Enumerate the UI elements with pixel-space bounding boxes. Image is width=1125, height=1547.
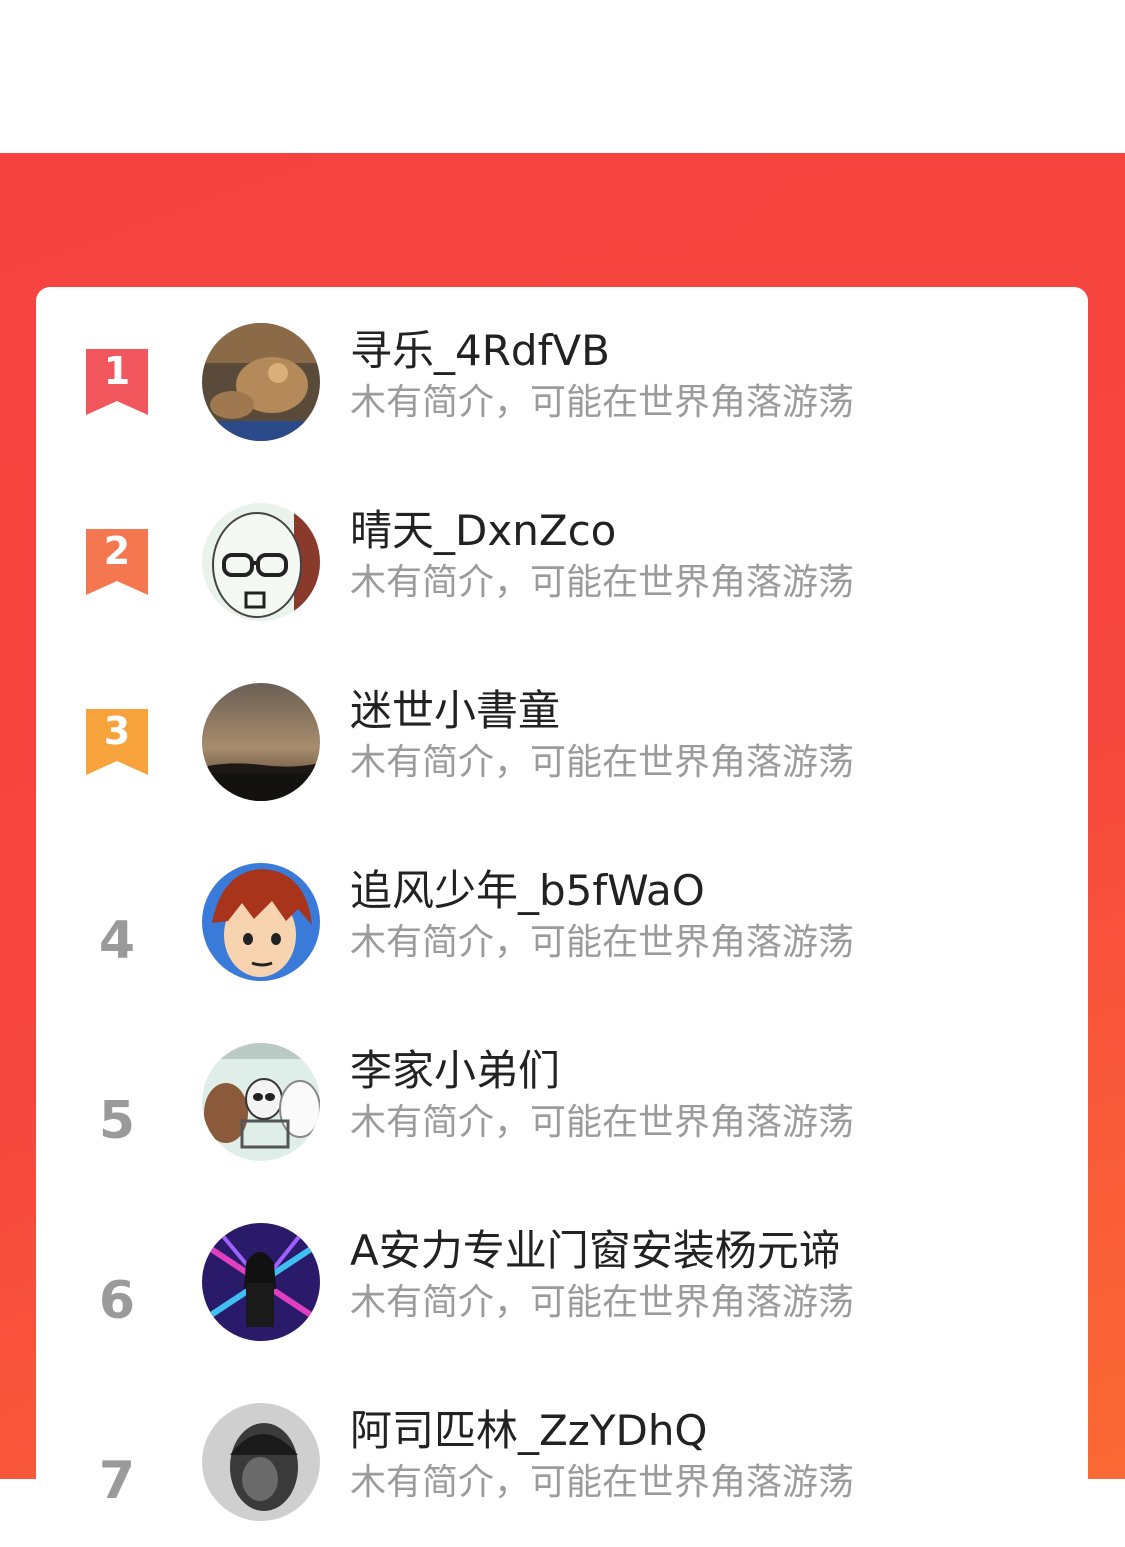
ranking-row-7[interactable]: 7 阿司匹林_ZzYDhQ 木有简介，可能在世界角落游荡 — [36, 1367, 1088, 1547]
user-description: 木有简介，可能在世界角落游荡 — [350, 742, 855, 783]
rank-badge: 2 — [82, 529, 152, 599]
rank-number: 5 — [98, 1091, 136, 1151]
user-description: 木有简介，可能在世界角落游荡 — [350, 562, 855, 603]
user-name[interactable]: 寻乐_4RdfVB — [350, 325, 610, 377]
rank-badge: 3 — [82, 709, 152, 779]
rank-number: 3 — [103, 709, 131, 753]
avatar[interactable] — [202, 863, 320, 981]
rank-number: 7 — [98, 1451, 136, 1511]
user-name[interactable]: 晴天_DxnZco — [350, 505, 616, 557]
ranking-row-1[interactable]: 1 寻乐_4RdfVB 木有简介，可能在世界角落游荡 — [36, 287, 1088, 467]
rank-number: 4 — [98, 911, 136, 971]
rank-number: 1 — [103, 349, 131, 393]
user-name[interactable]: 阿司匹林_ZzYDhQ — [350, 1405, 708, 1457]
user-description: 木有简介，可能在世界角落游荡 — [350, 382, 855, 423]
ranking-row-2[interactable]: 2 晴天_DxnZco 木有简介，可能在世界角落游荡 — [36, 467, 1088, 647]
ranking-card: 1 寻乐_4RdfVB 木有简介，可能在世界角落游荡 2 晴天_DxnZco 木… — [36, 287, 1088, 1527]
user-description: 木有简介，可能在世界角落游荡 — [350, 1102, 855, 1143]
avatar[interactable] — [202, 1223, 320, 1341]
ranking-row-3[interactable]: 3 迷世小書童 木有简介，可能在世界角落游荡 — [36, 647, 1088, 827]
top-blank-area — [0, 0, 1125, 153]
user-name[interactable]: A安力专业门窗安装杨元谛 — [350, 1225, 841, 1277]
avatar[interactable] — [202, 323, 320, 441]
ranking-row-6[interactable]: 6 A安力专业门窗安装杨元谛 木有简介，可能在世界角落游荡 — [36, 1187, 1088, 1367]
user-description: 木有简介，可能在世界角落游荡 — [350, 1462, 855, 1503]
user-description: 木有简介，可能在世界角落游荡 — [350, 1282, 855, 1323]
ranking-row-4[interactable]: 4 追风少年_b5fWaO 木有简介，可能在世界角落游荡 — [36, 827, 1088, 1007]
rank-badge: 1 — [82, 349, 152, 419]
avatar[interactable] — [202, 683, 320, 801]
user-name[interactable]: 迷世小書童 — [350, 685, 560, 737]
ranking-row-5[interactable]: 5 李家小弟们 木有简介，可能在世界角落游荡 — [36, 1007, 1088, 1187]
rank-number: 2 — [103, 529, 131, 573]
avatar[interactable] — [202, 1403, 320, 1521]
user-name[interactable]: 李家小弟们 — [350, 1045, 560, 1097]
rank-number: 6 — [98, 1271, 136, 1331]
avatar[interactable] — [202, 503, 320, 621]
user-description: 木有简介，可能在世界角落游荡 — [350, 922, 855, 963]
user-name[interactable]: 追风少年_b5fWaO — [350, 865, 705, 917]
avatar[interactable] — [202, 1043, 320, 1161]
